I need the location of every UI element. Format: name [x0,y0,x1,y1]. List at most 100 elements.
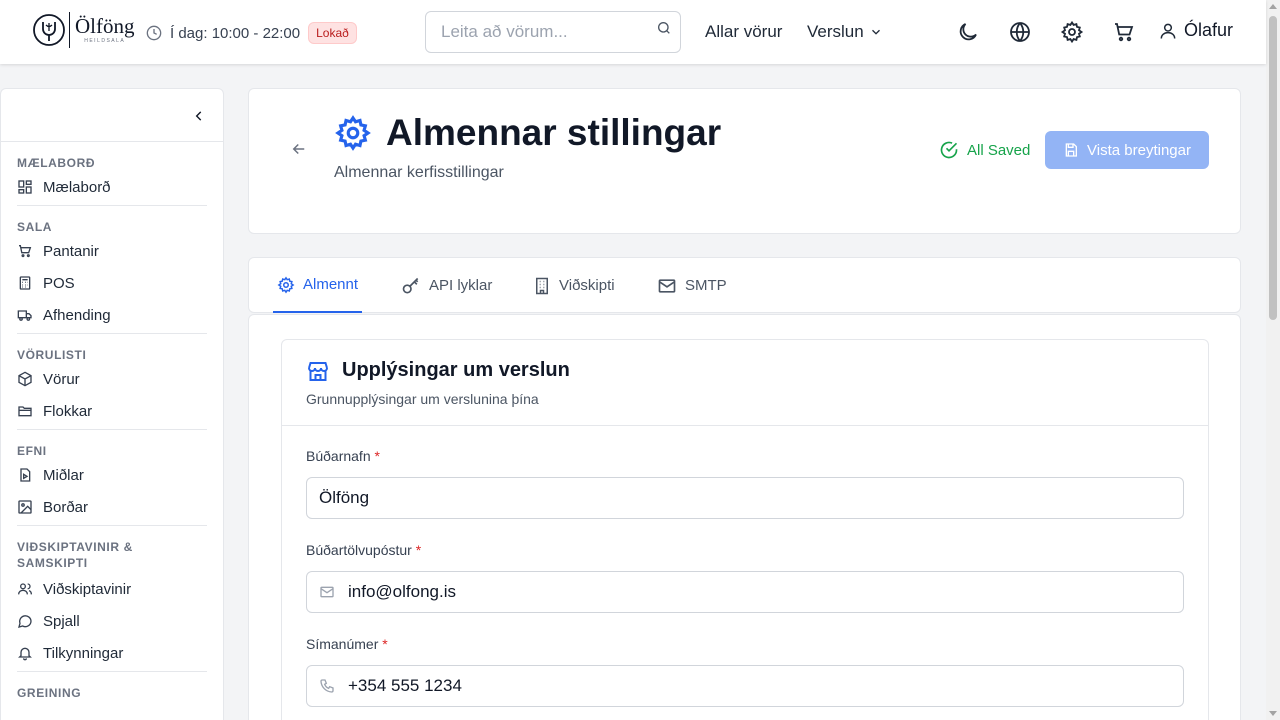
sidebar-section-title: MÆLABORÐ [17,156,96,170]
globe-icon [1010,22,1030,42]
required-mark: * [374,448,380,464]
logo-divider [69,12,70,48]
sidebar-item-label: Flokkar [43,402,93,420]
sidebar-item-label: Viðskiptavinir [43,580,132,598]
search-input[interactable] [426,12,636,52]
logo-mark-icon [33,14,65,46]
sidebar-section-title: GREINING [17,686,82,700]
tab-general[interactable]: Almennt [273,258,363,313]
tab-label: SMTP [685,277,727,294]
sidebar-item-label: Mælaborð [43,178,111,196]
store-name-field[interactable] [306,477,1184,519]
sidebar-item-label: Borðar [43,498,89,516]
sidebar-item-categories[interactable]: Flokkar [17,395,207,427]
page-header-card: Almennar stillingar Almennar kerfisstill… [248,88,1241,234]
save-status: All Saved [939,140,1030,160]
cart-button[interactable] [1112,20,1136,44]
sidebar-item-orders[interactable]: Pantanir [17,235,207,267]
nav-shop-dropdown[interactable]: Verslun [807,22,883,42]
sidebar-item-label: Miðlar [43,466,84,484]
theme-toggle-button[interactable] [956,20,980,44]
nav-all-products[interactable]: Allar vörur [705,22,782,42]
top-header: Ölföng HEILDSALA Í dag: 10:00 - 22:00 Lo… [0,0,1266,64]
folder-icon [18,406,32,417]
sidebar-section-analytics: GREINING [1,685,223,701]
sidebar-item-media[interactable]: Miðlar [17,459,207,491]
gear-icon [335,115,371,151]
sidebar-item-chat[interactable]: Spjall [17,605,207,637]
sidebar-section-title: VÖRULISTI [17,348,87,362]
tab-business[interactable]: Viðskipti [533,258,615,313]
language-button[interactable] [1008,20,1032,44]
gear-icon [277,276,295,293]
sidebar-section-title: SALA [17,220,53,234]
save-button-label: Vista breytingar [1087,141,1191,159]
field-label-text: Símanúmer [306,636,379,652]
tab-api-keys[interactable]: API lyklar [401,258,492,313]
page-subtitle: Almennar kerfisstillingar [334,164,504,181]
scroll-down-arrow[interactable] [1269,711,1277,716]
search-box[interactable] [425,11,681,53]
settings-tabs: Almennt API lyklar Viðskipti SMTP [248,257,1241,313]
sidebar-item-label: Afhending [43,306,111,324]
sidebar-divider [17,525,207,526]
logo[interactable]: Ölföng HEILDSALA [32,12,135,48]
image-icon [18,500,32,514]
sidebar-section-customers: VIÐSKIPTAVINIR & SAMSKIPTI Viðskiptavini… [1,539,223,669]
save-changes-button[interactable]: Vista breytingar [1045,131,1209,169]
cart-icon [19,245,32,258]
search-icon[interactable] [656,20,672,36]
store-email-field[interactable] [306,571,1184,613]
store-email-label: Búðartölvupóstur * [306,542,421,558]
gear-icon [1060,20,1084,44]
sidebar-item-customers[interactable]: Viðskiptavinir [17,573,207,605]
chevron-left-icon[interactable] [192,109,206,123]
page-title: Almennar stillingar [386,112,722,153]
logo-wordmark: Ölföng HEILDSALA [75,16,135,45]
phone-icon [320,679,334,693]
sidebar: MÆLABORÐ Mælaborð SALA Pantanir POS Afhe… [0,88,224,720]
sidebar-divider [17,333,207,334]
sidebar-item-products[interactable]: Vörur [17,363,207,395]
page-scrollbar[interactable] [1266,0,1280,720]
scroll-up-arrow[interactable] [1269,4,1277,9]
chat-icon [18,615,32,628]
moon-icon [959,23,977,41]
media-icon [20,468,31,482]
required-mark: * [415,542,422,558]
scrollbar-thumb[interactable] [1269,16,1277,320]
store-phone-input[interactable] [335,666,1183,706]
calculator-icon [19,276,31,290]
user-menu[interactable]: Ólafur [1158,20,1233,41]
sidebar-item-label: POS [43,274,75,292]
sidebar-item-banners[interactable]: Borðar [17,491,207,523]
user-name: Ólafur [1184,20,1234,40]
settings-button[interactable] [1060,20,1084,44]
box-icon [18,371,32,387]
cart-icon [1115,23,1134,42]
store-phone-field[interactable] [306,665,1184,707]
tab-label: API lyklar [429,277,493,294]
key-icon [402,277,419,293]
sidebar-item-label: Vörur [43,370,80,388]
check-circle-icon [940,141,958,159]
sidebar-item-label: Spjall [43,612,80,630]
status-badge: Lokað [308,22,357,44]
tab-label: Almennt [303,276,359,293]
store-email-input[interactable] [335,572,1183,612]
sidebar-item-label: Pantanir [43,242,99,260]
store-name-input[interactable] [307,478,1183,518]
sidebar-divider [17,429,207,430]
arrow-left-icon[interactable] [290,140,308,158]
tab-smtp[interactable]: SMTP [657,258,727,313]
sidebar-section-title: VIÐSKIPTAVINIR & SAMSKIPTI [17,540,133,570]
truck-icon [17,310,32,321]
sidebar-header [1,89,223,142]
sidebar-section-content: EFNI Miðlar Borðar [1,443,223,523]
sidebar-item-dashboard[interactable]: Mælaborð [17,171,207,203]
sidebar-item-notifications[interactable]: Tilkynningar [17,637,207,669]
sidebar-item-pos[interactable]: POS [17,267,207,299]
sidebar-item-delivery[interactable]: Afhending [17,299,207,331]
required-mark: * [382,636,388,652]
store-info-card: Upplýsingar um verslun Grunnupplýsingar … [281,339,1209,720]
